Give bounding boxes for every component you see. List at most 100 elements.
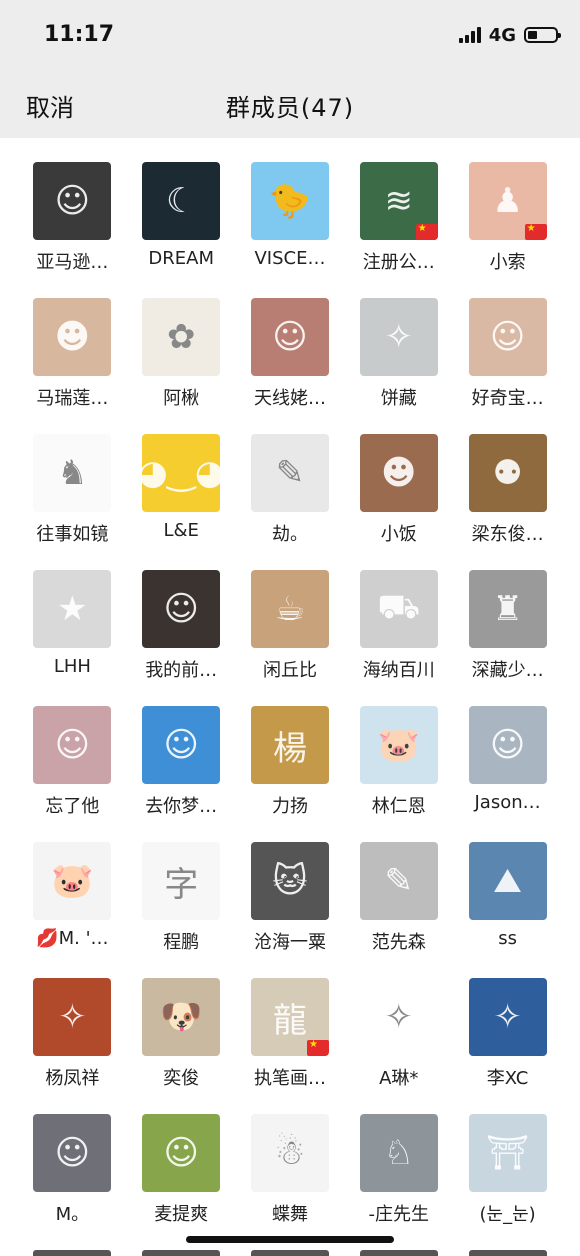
avatar[interactable]: ☾ <box>142 162 221 240</box>
member-name: (눈_눈) <box>479 1204 536 1225</box>
member-item[interactable]: ★ LHH <box>18 570 127 706</box>
avatar[interactable]: ☃ <box>250 1114 329 1192</box>
member-item[interactable]: ☺ 去你梦… <box>127 706 236 842</box>
member-item[interactable]: ✧ 杨凤祥 <box>18 978 127 1114</box>
avatar[interactable]: ⛩ <box>468 1114 547 1192</box>
member-item[interactable]: ⛟ 海纳百川 <box>344 570 453 706</box>
china-flag-icon <box>524 223 547 240</box>
avatar[interactable]: ☺ <box>33 1114 112 1192</box>
member-item[interactable]: ♜ 深藏少… <box>453 570 562 706</box>
avatar[interactable]: 🐷 <box>359 706 438 784</box>
avatar[interactable]: ⛟ <box>359 570 438 648</box>
member-item[interactable]: ☺ 天线姥… <box>236 298 345 434</box>
member-item[interactable]: ⚉ 梁东俊… <box>453 434 562 570</box>
avatar[interactable]: ✧ <box>33 978 112 1056</box>
member-item[interactable]: 龍执笔画… <box>236 978 345 1114</box>
partial-avatar[interactable] <box>250 1250 329 1256</box>
avatar[interactable]: ☺ <box>468 706 547 784</box>
avatar[interactable]: ⛰ <box>468 842 547 920</box>
avatar[interactable]: ☺ <box>142 1114 221 1192</box>
member-name: LHH <box>53 656 91 677</box>
partial-avatar[interactable] <box>468 1250 547 1256</box>
avatar[interactable]: 🐤 <box>250 162 329 240</box>
partial-avatar[interactable] <box>359 1250 438 1256</box>
member-item[interactable]: ☺ Jason… <box>453 706 562 842</box>
avatar[interactable]: ✎ <box>359 842 438 920</box>
avatar[interactable]: 字 <box>142 842 221 920</box>
member-item[interactable]: 🐷 💋M. '… <box>18 842 127 978</box>
car-icon: ⛟ <box>377 586 421 627</box>
avatar[interactable]: ♜ <box>468 570 547 648</box>
avatar[interactable]: ♘ <box>359 1114 438 1192</box>
avatar[interactable]: ♞ <box>33 434 112 512</box>
avatar[interactable]: ✎ <box>250 434 329 512</box>
avatar[interactable]: ✧ <box>359 978 438 1056</box>
member-item[interactable]: ♟ 小索 <box>453 162 562 298</box>
member-item[interactable]: ☻ 小饭 <box>344 434 453 570</box>
member-item[interactable]: ⛰ ss <box>453 842 562 978</box>
avatar[interactable]: ≋ <box>359 162 438 240</box>
member-item[interactable]: ⛩ (눈_눈) <box>453 1114 562 1250</box>
avatar[interactable]: ✿ <box>142 298 221 376</box>
member-item[interactable]: ♞ 往事如镜 <box>18 434 127 570</box>
avatar[interactable]: 🐶 <box>142 978 221 1056</box>
member-item[interactable]: ☺ 好奇宝… <box>453 298 562 434</box>
member-item[interactable]: ☺ 亚马逊… <box>18 162 127 298</box>
avatar[interactable]: ◕‿◕ <box>142 434 221 512</box>
avatar[interactable]: ☺ <box>468 298 547 376</box>
member-item[interactable]: 🐷 林仁恩 <box>344 706 453 842</box>
member-item[interactable]: ☃ 蝶舞 <box>236 1114 345 1250</box>
china-flag-icon <box>306 1039 329 1056</box>
member-name: 林仁恩 <box>371 796 426 817</box>
avatar[interactable]: ☺ <box>142 570 221 648</box>
partial-avatar[interactable] <box>142 1250 221 1256</box>
member-item[interactable]: ☺ 忘了他 <box>18 706 127 842</box>
member-item[interactable]: 🐱 沧海一粟 <box>236 842 345 978</box>
avatar[interactable]: ✧ <box>359 298 438 376</box>
member-name: 力扬 <box>271 796 308 817</box>
member-item[interactable]: ☺ 麦提爽 <box>127 1114 236 1250</box>
avatar[interactable]: 龍 <box>250 978 329 1056</box>
member-name: 梁东俊… <box>471 524 544 545</box>
status-indicators: 4G <box>458 22 561 48</box>
partial-avatar[interactable] <box>33 1250 112 1256</box>
member-item[interactable]: ≋ 注册公… <box>344 162 453 298</box>
member-name: L&E <box>163 520 199 541</box>
member-item[interactable]: ♘ -庄先生 <box>344 1114 453 1250</box>
avatar[interactable]: ☕ <box>250 570 329 648</box>
member-name: 亚马逊… <box>36 252 109 273</box>
member-name: 执笔画… <box>253 1068 326 1089</box>
avatar[interactable]: ☺ <box>250 298 329 376</box>
member-item[interactable]: ☾ DREAM <box>127 162 236 298</box>
member-item[interactable]: ✎ 范先森 <box>344 842 453 978</box>
avatar[interactable]: ☺ <box>33 706 112 784</box>
member-item[interactable]: ◕‿◕ L&E <box>127 434 236 570</box>
avatar[interactable]: 🐷 <box>33 842 112 920</box>
avatar[interactable]: ☺ <box>142 706 221 784</box>
member-item[interactable]: ☺ M。 <box>18 1114 127 1250</box>
member-item[interactable]: ☕ 闲丘比 <box>236 570 345 706</box>
member-item[interactable]: ✎ 劫。 <box>236 434 345 570</box>
person-icon: ☺ <box>163 1133 199 1173</box>
avatar[interactable]: ⚉ <box>468 434 547 512</box>
avatar[interactable]: ✧ <box>468 978 547 1056</box>
text-icon: 字 <box>164 864 199 905</box>
member-item[interactable]: 🐤 VISCE… <box>236 162 345 298</box>
member-name: 马瑞莲… <box>36 388 109 409</box>
member-item[interactable]: ✿ 阿楸 <box>127 298 236 434</box>
member-item[interactable]: ☻ 马瑞莲… <box>18 298 127 434</box>
avatar[interactable]: ♟ <box>468 162 547 240</box>
avatar[interactable]: 🐱 <box>250 842 329 920</box>
member-item[interactable]: 🐶 奕俊 <box>127 978 236 1114</box>
member-item[interactable]: ✧ 饼藏 <box>344 298 453 434</box>
member-item[interactable]: 楊力扬 <box>236 706 345 842</box>
avatar[interactable]: ☺ <box>33 162 112 240</box>
avatar[interactable]: ☻ <box>359 434 438 512</box>
avatar[interactable]: 楊 <box>250 706 329 784</box>
member-item[interactable]: ☺ 我的前… <box>127 570 236 706</box>
member-item[interactable]: ✧ A琳* <box>344 978 453 1114</box>
member-item[interactable]: 字程鹏 <box>127 842 236 978</box>
member-item[interactable]: ✧ 李XC <box>453 978 562 1114</box>
avatar[interactable]: ☻ <box>33 298 112 376</box>
avatar[interactable]: ★ <box>33 570 112 648</box>
